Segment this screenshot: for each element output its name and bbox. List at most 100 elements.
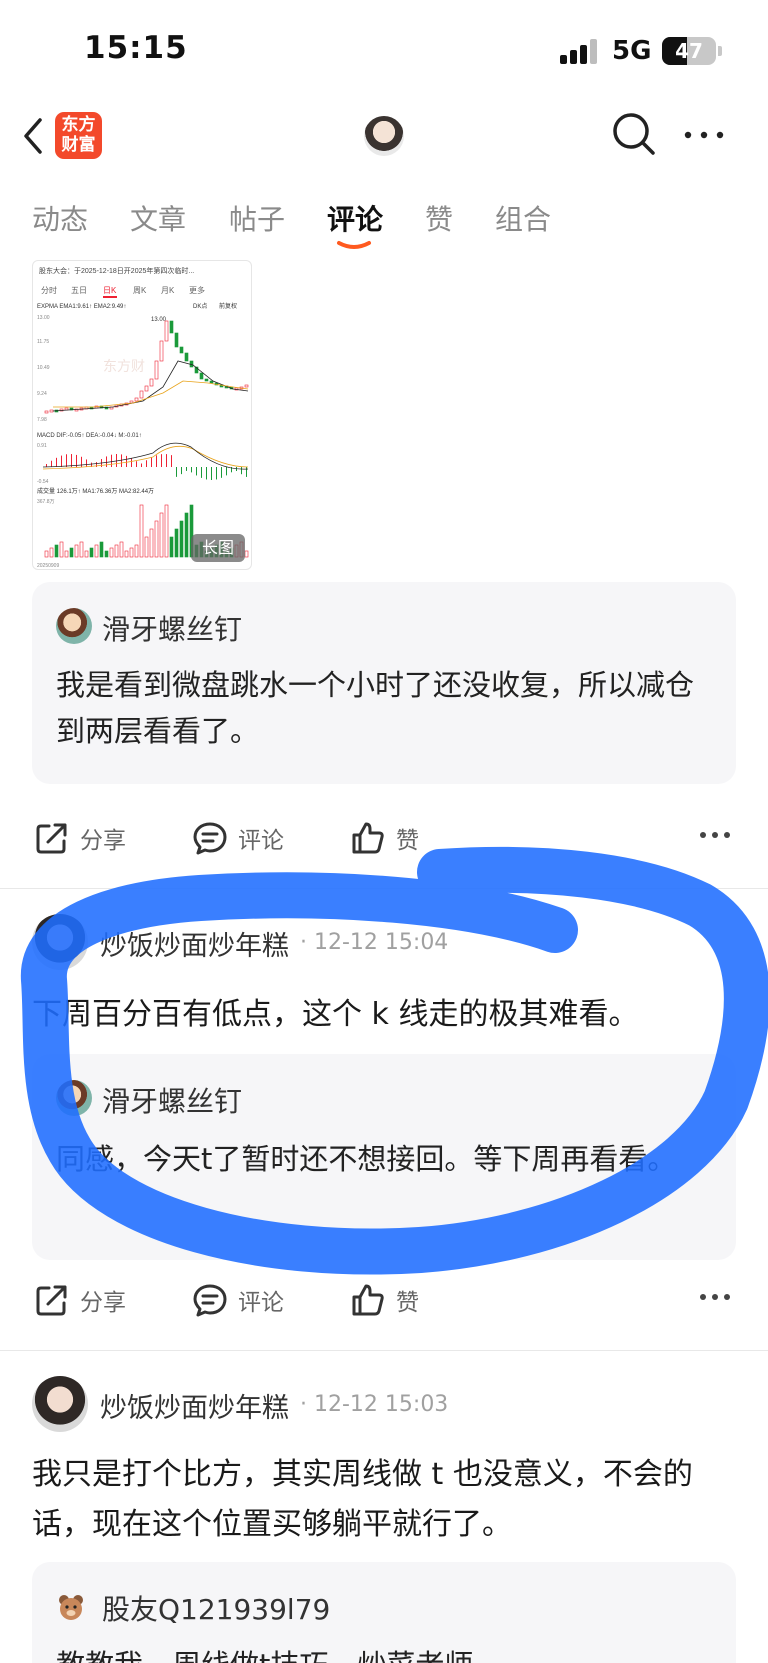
volume-bar	[79, 541, 84, 558]
quote-author[interactable]: 股友Q121939l79	[102, 1588, 330, 1628]
thumbs-up-icon	[352, 822, 384, 854]
profile-avatar[interactable]	[364, 116, 404, 156]
volume-bar	[179, 520, 184, 558]
macd-bar	[66, 454, 67, 467]
macd-bar	[206, 467, 207, 480]
quoted-comment[interactable]: 滑牙螺丝钉 同感，今天t了暂时还不想接回。等下周再看看。	[32, 1054, 736, 1260]
tab-posts[interactable]: 帖子	[229, 198, 285, 238]
svg-text:EXPMA EMA1:9.61↑ EMA2:9.49↑: EXPMA EMA1:9.61↑ EMA2:9.49↑	[37, 304, 126, 310]
candle	[174, 332, 179, 348]
macd-bar	[201, 467, 202, 478]
macd-bar	[181, 467, 182, 475]
volume-bar	[99, 541, 104, 558]
volume-bar	[49, 547, 54, 558]
post-author[interactable]: 炒饭炒面炒年糕	[100, 924, 289, 963]
search-icon[interactable]	[610, 110, 658, 158]
macd-bar	[186, 467, 187, 471]
svg-text:10.49: 10.49	[37, 365, 50, 371]
macd-bar	[211, 467, 212, 480]
candle	[44, 410, 49, 414]
comment-button[interactable]: 评论	[192, 818, 284, 858]
action-bar: 分享 评论 赞	[0, 810, 768, 866]
candle	[154, 360, 159, 380]
quoted-comment[interactable]: 滑牙螺丝钉 我是看到微盘跳水一个小时了还没收复，所以减仓到两层看看了。	[32, 582, 736, 784]
avatar[interactable]	[56, 1080, 92, 1116]
share-label: 分享	[80, 828, 126, 854]
avatar[interactable]	[56, 608, 92, 644]
stock-chart-thumbnail[interactable]: 股东大会：于2025-12-18日开2025年第四次临时... 分时 五日 日K…	[32, 260, 252, 570]
share-button[interactable]: 分享	[34, 1280, 126, 1320]
macd-bar	[166, 454, 167, 467]
divider	[0, 1350, 768, 1351]
volume-bar	[164, 504, 169, 558]
svg-text:月K: 月K	[161, 286, 175, 295]
candle	[169, 320, 174, 334]
share-icon	[36, 1285, 67, 1316]
like-label: 赞	[396, 1290, 419, 1316]
svg-text:分时: 分时	[41, 285, 57, 295]
tab-portfolios[interactable]: 组合	[495, 198, 551, 238]
comment-label: 评论	[238, 1290, 284, 1316]
tab-articles[interactable]: 文章	[130, 198, 186, 238]
more-options-icon[interactable]	[698, 1290, 732, 1304]
quoted-comment[interactable]: 股友Q121939l79 教教我，周线做t技巧，炒菜老师	[32, 1562, 736, 1663]
svg-text:11.75: 11.75	[37, 339, 49, 345]
svg-text:五日: 五日	[71, 286, 87, 295]
kline-chart-image: 股东大会：于2025-12-18日开2025年第四次临时... 分时 五日 日K…	[37, 266, 249, 569]
bear-avatar-icon[interactable]	[56, 1592, 86, 1622]
svg-text:-0.54: -0.54	[37, 479, 49, 485]
tab-comments[interactable]: 评论	[327, 198, 383, 238]
macd-bar	[61, 455, 62, 467]
macd-bar	[151, 457, 152, 467]
macd-bar	[141, 463, 142, 467]
svg-text:13.00: 13.00	[151, 317, 167, 323]
candle	[204, 378, 209, 382]
share-button[interactable]: 分享	[34, 818, 126, 858]
candle	[149, 378, 154, 387]
volume-bar	[174, 528, 179, 558]
volume-bar	[54, 544, 59, 558]
macd-bar	[156, 455, 157, 467]
comment-label: 评论	[238, 828, 284, 854]
volume-bar	[159, 512, 164, 558]
macd-bar	[196, 467, 197, 476]
candle	[244, 384, 249, 388]
svg-text:前复权: 前复权	[219, 302, 237, 310]
post-author[interactable]: 炒饭炒面炒年糕	[100, 1386, 289, 1425]
more-options-icon[interactable]	[698, 828, 732, 842]
volume-bar	[124, 550, 129, 558]
post-timestamp: · 12-12 15:03	[300, 1392, 449, 1417]
comment-button[interactable]: 评论	[192, 1280, 284, 1320]
candle	[49, 409, 54, 413]
tab-likes[interactable]: 赞	[425, 198, 453, 238]
like-button[interactable]: 赞	[350, 818, 419, 858]
macd-bar	[106, 456, 107, 467]
macd-bar	[161, 454, 162, 467]
thumbs-up-icon	[352, 1284, 384, 1316]
volume-bar	[104, 550, 109, 558]
volume-bar	[64, 550, 69, 558]
macd-bar	[126, 455, 127, 467]
back-chevron-icon[interactable]	[18, 114, 48, 158]
quote-author[interactable]: 滑牙螺丝钉	[102, 1080, 242, 1120]
more-options-icon[interactable]	[682, 120, 726, 150]
avatar[interactable]	[32, 914, 88, 970]
volume-bar	[44, 550, 49, 558]
action-bar: 分享 评论 赞	[0, 1272, 768, 1328]
like-button[interactable]: 赞	[350, 1280, 419, 1320]
avatar[interactable]	[32, 1376, 88, 1432]
macd-bar	[81, 456, 82, 467]
quote-author[interactable]: 滑牙螺丝钉	[102, 608, 242, 648]
app-logo[interactable]: 东方财富	[55, 112, 102, 159]
tab-dynamic[interactable]: 动态	[32, 198, 88, 238]
volume-bar	[149, 528, 154, 558]
svg-text:13.00: 13.00	[37, 315, 50, 321]
macd-bar	[241, 467, 242, 475]
macd-bar	[131, 458, 132, 467]
svg-text:7.98: 7.98	[37, 417, 47, 423]
quote-text: 同感，今天t了暂时还不想接回。等下周再看看。	[56, 1142, 677, 1176]
share-label: 分享	[80, 1290, 126, 1316]
status-time: 15:15	[84, 30, 188, 66]
profile-tabs: 动态 文章 帖子 评论 赞 组合	[0, 192, 768, 250]
candle	[134, 397, 139, 402]
